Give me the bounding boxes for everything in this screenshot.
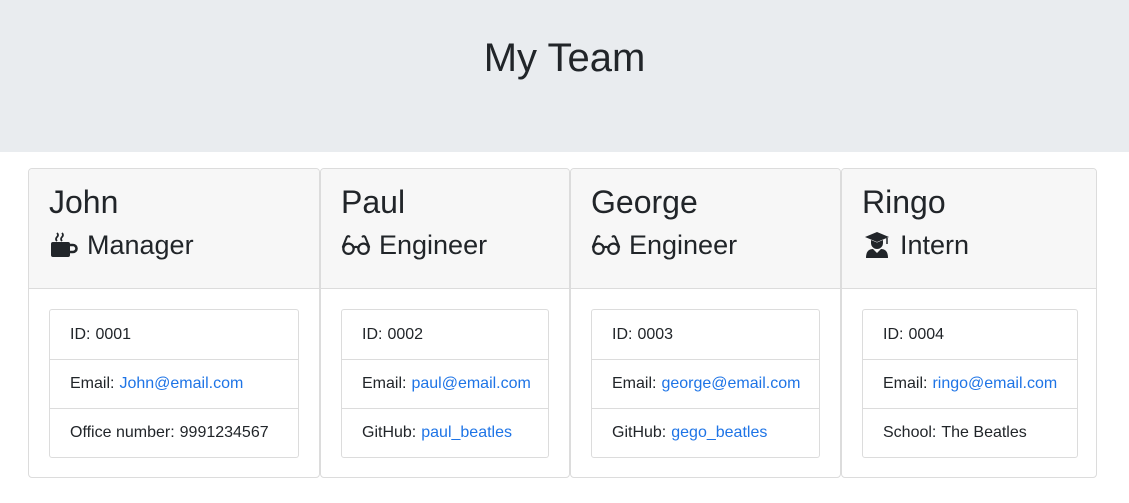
page-title: My Team: [483, 36, 646, 80]
office-number-row: Office number: 9991234567: [50, 408, 298, 457]
employee-card-john: John Manager ID: 0001 Email: John@email.…: [28, 168, 320, 478]
glasses-icon: [591, 230, 621, 260]
field-label: ID:: [612, 325, 633, 343]
graduate-icon: [862, 230, 892, 260]
id-row: ID: 0004: [863, 310, 1077, 359]
field-label: Office number:: [70, 424, 175, 441]
employee-role: Engineer: [591, 229, 820, 261]
field-label: Email:: [362, 375, 407, 392]
github-row: GitHub: gego_beatles: [592, 408, 819, 457]
card-header: Paul Engineer: [321, 169, 569, 289]
id-row: ID: 0002: [342, 310, 548, 359]
email-link[interactable]: John@email.com: [119, 375, 243, 393]
field-label: Email:: [883, 375, 928, 392]
card-body: ID: 0003 Email: george@email.com GitHub:…: [571, 289, 840, 458]
field-label: ID:: [70, 325, 91, 343]
employee-role: Intern: [862, 229, 1076, 261]
id-row: ID: 0001: [50, 310, 298, 359]
email-row: Email: paul@email.com: [342, 359, 548, 408]
employee-name: Paul: [341, 184, 406, 220]
info-list: ID: 0001 Email: John@email.com Office nu…: [49, 309, 299, 458]
employee-card-george: George Engineer ID: 0003 Email: george@e…: [570, 168, 841, 478]
field-label: GitHub:: [362, 424, 417, 441]
email-link[interactable]: george@email.com: [661, 375, 800, 393]
role-label: Intern: [900, 230, 970, 260]
school-value: The Beatles: [941, 424, 1027, 441]
id-value: 0002: [387, 325, 424, 343]
employee-card-ringo: Ringo Intern ID: 0004 Email: ringo@email…: [841, 168, 1097, 478]
email-row: Email: ringo@email.com: [863, 359, 1077, 408]
email-link[interactable]: ringo@email.com: [932, 375, 1057, 393]
github-link[interactable]: gego_beatles: [671, 424, 767, 442]
employee-name: George: [591, 184, 698, 220]
role-label: Engineer: [379, 230, 488, 260]
mug-icon: [49, 230, 79, 260]
id-value: 0001: [95, 325, 132, 343]
github-link[interactable]: paul_beatles: [421, 424, 512, 442]
field-label: ID:: [883, 325, 904, 343]
github-row: GitHub: paul_beatles: [342, 408, 548, 457]
field-label: School:: [883, 424, 937, 441]
card-body: ID: 0002 Email: paul@email.com GitHub: p…: [321, 289, 569, 458]
glasses-icon: [341, 230, 371, 260]
field-label: Email:: [70, 375, 115, 392]
employee-name: John: [49, 184, 119, 220]
employee-role: Engineer: [341, 229, 549, 261]
field-label: Email:: [612, 375, 657, 392]
team-cards: John Manager ID: 0001 Email: John@email.…: [28, 168, 1129, 478]
employee-role: Manager: [49, 229, 299, 261]
info-list: ID: 0002 Email: paul@email.com GitHub: p…: [341, 309, 549, 458]
employee-card-paul: Paul Engineer ID: 0002 Email: paul@email…: [320, 168, 570, 478]
page-header: My Team: [0, 0, 1129, 152]
school-row: School: The Beatles: [863, 408, 1077, 457]
office-number-value: 9991234567: [179, 424, 269, 441]
field-label: GitHub:: [612, 424, 667, 441]
role-label: Engineer: [629, 230, 738, 260]
role-label: Manager: [87, 230, 194, 260]
card-body: ID: 0001 Email: John@email.com Office nu…: [29, 289, 319, 458]
id-row: ID: 0003: [592, 310, 819, 359]
card-header: Ringo Intern: [842, 169, 1096, 289]
email-row: Email: george@email.com: [592, 359, 819, 408]
id-value: 0003: [637, 325, 674, 343]
employee-name: Ringo: [862, 184, 946, 220]
email-link[interactable]: paul@email.com: [411, 375, 530, 393]
card-body: ID: 0004 Email: ringo@email.com School: …: [842, 289, 1096, 458]
card-header: John Manager: [29, 169, 319, 289]
info-list: ID: 0004 Email: ringo@email.com School: …: [862, 309, 1078, 458]
card-header: George Engineer: [571, 169, 840, 289]
id-value: 0004: [908, 325, 945, 343]
field-label: ID:: [362, 325, 383, 343]
email-row: Email: John@email.com: [50, 359, 298, 408]
info-list: ID: 0003 Email: george@email.com GitHub:…: [591, 309, 820, 458]
